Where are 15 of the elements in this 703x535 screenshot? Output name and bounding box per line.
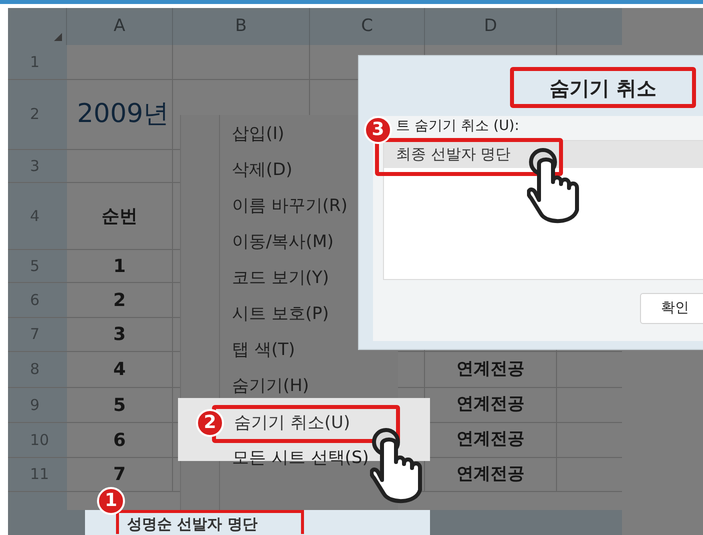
table-cell-text: 4: [113, 358, 126, 382]
table-cell-text: 연계전공: [456, 428, 524, 452]
table-cell-text: 연계전공: [456, 393, 524, 416]
dialog-title: 숨기기 취소: [510, 67, 696, 108]
table-cell-text: 6: [113, 428, 126, 452]
table-cell-text: 7: [113, 463, 126, 487]
table-cell-text: 연계전공: [456, 358, 524, 381]
list-label: 트 숨기기 취소 (U):: [396, 117, 520, 136]
table-cell-text: 연계전공: [456, 462, 524, 486]
table-cell-text: 3: [113, 323, 126, 347]
table-cell-text: 5: [113, 394, 126, 418]
table-cell-text: 순번: [102, 204, 138, 228]
table-cell-text: 2009년: [77, 98, 170, 131]
table-cell-text: 1: [113, 254, 126, 278]
table-cell-text: 2: [113, 288, 126, 312]
